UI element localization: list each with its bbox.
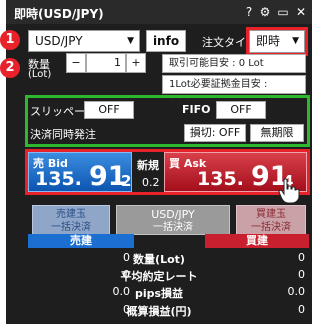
window-icon[interactable]: ▭ [276,4,290,20]
buy-bulk-close-line1: 買建玉 [256,209,286,220]
quantity-input[interactable]: 1 [86,53,126,73]
fifo-toggle[interactable]: OFF [216,101,266,119]
step-marker-2: 2 [0,58,20,78]
slippage-toggle[interactable]: OFF [84,101,134,119]
pair-bulk-close-line2: 一括決済 [153,222,193,233]
bid-price-fraction: 2 [121,172,132,190]
spread-value: 0.2 [142,176,160,189]
close-icon[interactable]: ✕ [294,4,308,20]
currency-pair-value: USD/JPY [35,34,83,48]
avg-rate-row-label: 平均約定レート [120,270,198,283]
chevron-down-icon: ▼ [127,36,134,46]
quantity-row-label: 数量(Lot) [133,253,185,266]
chevron-down-icon: ▼ [292,36,299,46]
quantity-unit-label: (Lot) [28,69,52,80]
ask-price-prefix: 135. [197,168,244,190]
order-type-value: 即時 [256,34,281,48]
buy-bulk-close-line2: 一括決済 [251,222,291,233]
buy-avg-rate-value: 0 [298,268,305,281]
gear-icon[interactable]: ⚙ [258,4,272,20]
pips-row-label: pips損益 [134,287,184,300]
pair-bulk-close-line1: USD/JPY [151,208,195,221]
sell-bulk-close-line2: 一括決済 [51,222,91,233]
pair-bulk-close-button[interactable]: USD/JPY 一括決済 [116,205,230,235]
hand-cursor-icon [278,178,300,204]
buy-bulk-close-button[interactable]: 買建玉 一括決済 [236,205,306,235]
order-window: 即時(USD/JPY) ? ⚙ ▭ ✕ USD/JPY ▼ info 注文タイプ… [6,0,312,324]
help-icon[interactable]: ? [242,4,256,20]
window-title: 即時(USD/JPY) [14,7,104,21]
bid-price-prefix: 135. [35,168,82,190]
sell-bid-button[interactable]: 売 Bid 135. 91 2 [28,152,132,192]
sell-bulk-close-button[interactable]: 売建玉 一括決済 [32,205,110,235]
sell-bulk-close-line1: 売建玉 [56,209,86,220]
quantity-minus-button[interactable]: − [66,53,86,73]
fifo-label: FIFO [182,103,211,116]
tradable-lot-info: 取引可能目安 : 0 Lot [162,54,306,73]
step-marker-1: 1 [0,30,20,50]
settle-order-label: 決済同時発注 [30,128,96,141]
currency-pair-select[interactable]: USD/JPY ▼ [28,30,140,52]
buy-pips-value: 0.0 [287,285,306,298]
buy-quantity-value: 0 [298,251,305,264]
new-order-label: 新規 [137,159,159,172]
required-margin-info: 1Lot必要証拠金目安 : 54,365円 [162,75,306,108]
expiry-toggle[interactable]: 無期限 [250,124,304,142]
buy-pnl-value: 0 [298,303,305,316]
quantity-plus-button[interactable]: + [126,53,146,73]
buy-positions-header: 買建 [205,234,309,248]
pnl-row-label: 概算損益(円) [126,305,192,318]
stop-loss-toggle[interactable]: 損切: OFF [184,124,246,142]
title-bar: 即時(USD/JPY) ? ⚙ ▭ ✕ [6,0,312,24]
order-type-select[interactable]: 即時 ▼ [249,30,305,53]
sell-positions-header: 売建 [28,234,134,248]
info-button[interactable]: info [146,30,186,52]
